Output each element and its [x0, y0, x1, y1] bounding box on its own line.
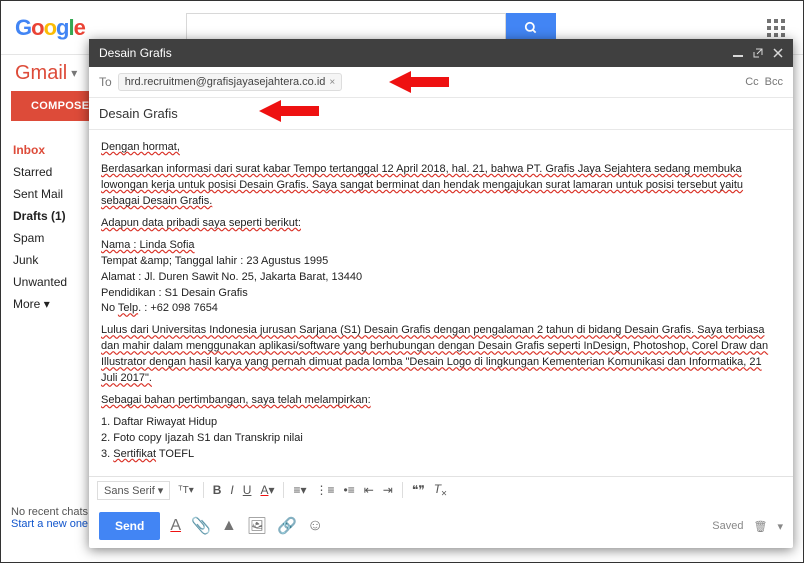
- gmail-label: Gmail: [15, 62, 67, 85]
- text-color-icon[interactable]: A▾: [260, 483, 274, 497]
- google-logo: Google: [15, 15, 85, 41]
- to-label: To: [99, 75, 112, 89]
- compose-window: Desain Grafis To hrd.recruitmen@grafisja…: [89, 39, 793, 548]
- unordered-list-icon[interactable]: •≡: [344, 483, 355, 497]
- apps-icon[interactable]: [767, 19, 785, 37]
- indent-less-icon[interactable]: ⇤: [364, 483, 374, 497]
- no-chats-text: No recent chats: [11, 506, 88, 518]
- bcc-link[interactable]: Bcc: [765, 76, 783, 88]
- drive-icon[interactable]: ▲: [221, 517, 237, 535]
- annotation-arrow: [259, 98, 319, 124]
- font-selector[interactable]: Sans Serif ▾: [97, 481, 170, 500]
- recipient-chip[interactable]: hrd.recruitmen@grafisjayasejahtera.co.id…: [118, 73, 343, 91]
- photo-icon[interactable]: 🖼: [247, 516, 267, 536]
- compose-body[interactable]: Dengan hormat, Berdasarkan informasi dar…: [89, 130, 793, 476]
- minimize-icon[interactable]: [733, 49, 743, 57]
- quote-icon[interactable]: ❝❞: [412, 483, 425, 497]
- chevron-down-icon[interactable]: ▾: [71, 66, 77, 80]
- bold-icon[interactable]: B: [213, 483, 222, 497]
- ordered-list-icon[interactable]: ⋮≡: [316, 483, 335, 497]
- remove-format-icon[interactable]: T×: [434, 482, 447, 499]
- remove-recipient-icon[interactable]: ×: [329, 77, 335, 88]
- close-icon[interactable]: [773, 48, 783, 58]
- chevron-down-icon: ▾: [158, 484, 164, 497]
- align-icon[interactable]: ≡▾: [293, 483, 306, 497]
- chevron-down-icon: ▾: [44, 297, 50, 311]
- indent-more-icon[interactable]: ⇥: [383, 483, 393, 497]
- formatting-icon[interactable]: A: [170, 517, 181, 535]
- link-icon[interactable]: 🔗: [277, 516, 297, 536]
- trash-icon[interactable]: 🗑: [754, 520, 768, 533]
- send-button[interactable]: Send: [99, 512, 160, 540]
- font-size-icon[interactable]: ᵀT▾: [178, 485, 193, 496]
- compose-title: Desain Grafis: [99, 46, 172, 60]
- search-icon: [524, 21, 538, 35]
- more-options-icon[interactable]: ▾: [777, 520, 783, 533]
- emoji-icon[interactable]: ☺: [307, 517, 323, 535]
- saved-label: Saved: [712, 520, 743, 532]
- recipient-email: hrd.recruitmen@grafisjayasejahtera.co.id: [125, 76, 326, 88]
- italic-icon[interactable]: I: [230, 483, 233, 497]
- start-chat-link[interactable]: Start a new one: [11, 518, 88, 530]
- annotation-arrow: [389, 69, 449, 95]
- popout-icon[interactable]: [753, 48, 763, 58]
- attach-icon[interactable]: 📎: [191, 516, 211, 536]
- underline-icon[interactable]: U: [243, 483, 252, 497]
- cc-link[interactable]: Cc: [745, 76, 758, 88]
- subject-input[interactable]: Desain Grafis: [99, 106, 178, 121]
